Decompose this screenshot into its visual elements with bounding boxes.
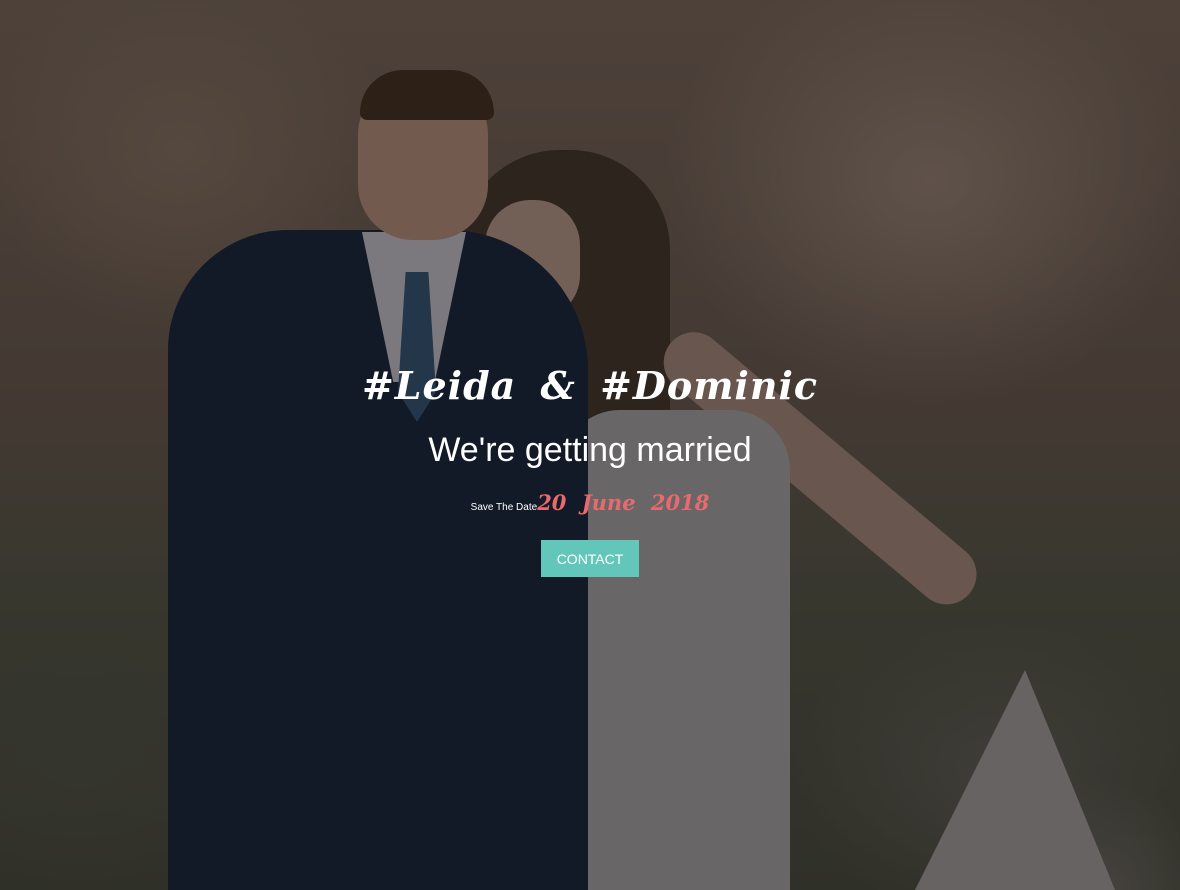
tagline: We're getting married bbox=[428, 431, 752, 469]
couple-names: #Leida & #Dominic bbox=[361, 363, 819, 408]
contact-button[interactable]: CONTACT bbox=[540, 540, 640, 577]
save-the-date-label: Save The Date bbox=[470, 502, 538, 513]
save-the-date: Save The Date 20 June 2018 bbox=[0, 490, 1180, 515]
hero-content: #Leida & #Dominic We're getting married … bbox=[0, 360, 1180, 577]
wedding-date: 20 June 2018 bbox=[537, 490, 710, 515]
